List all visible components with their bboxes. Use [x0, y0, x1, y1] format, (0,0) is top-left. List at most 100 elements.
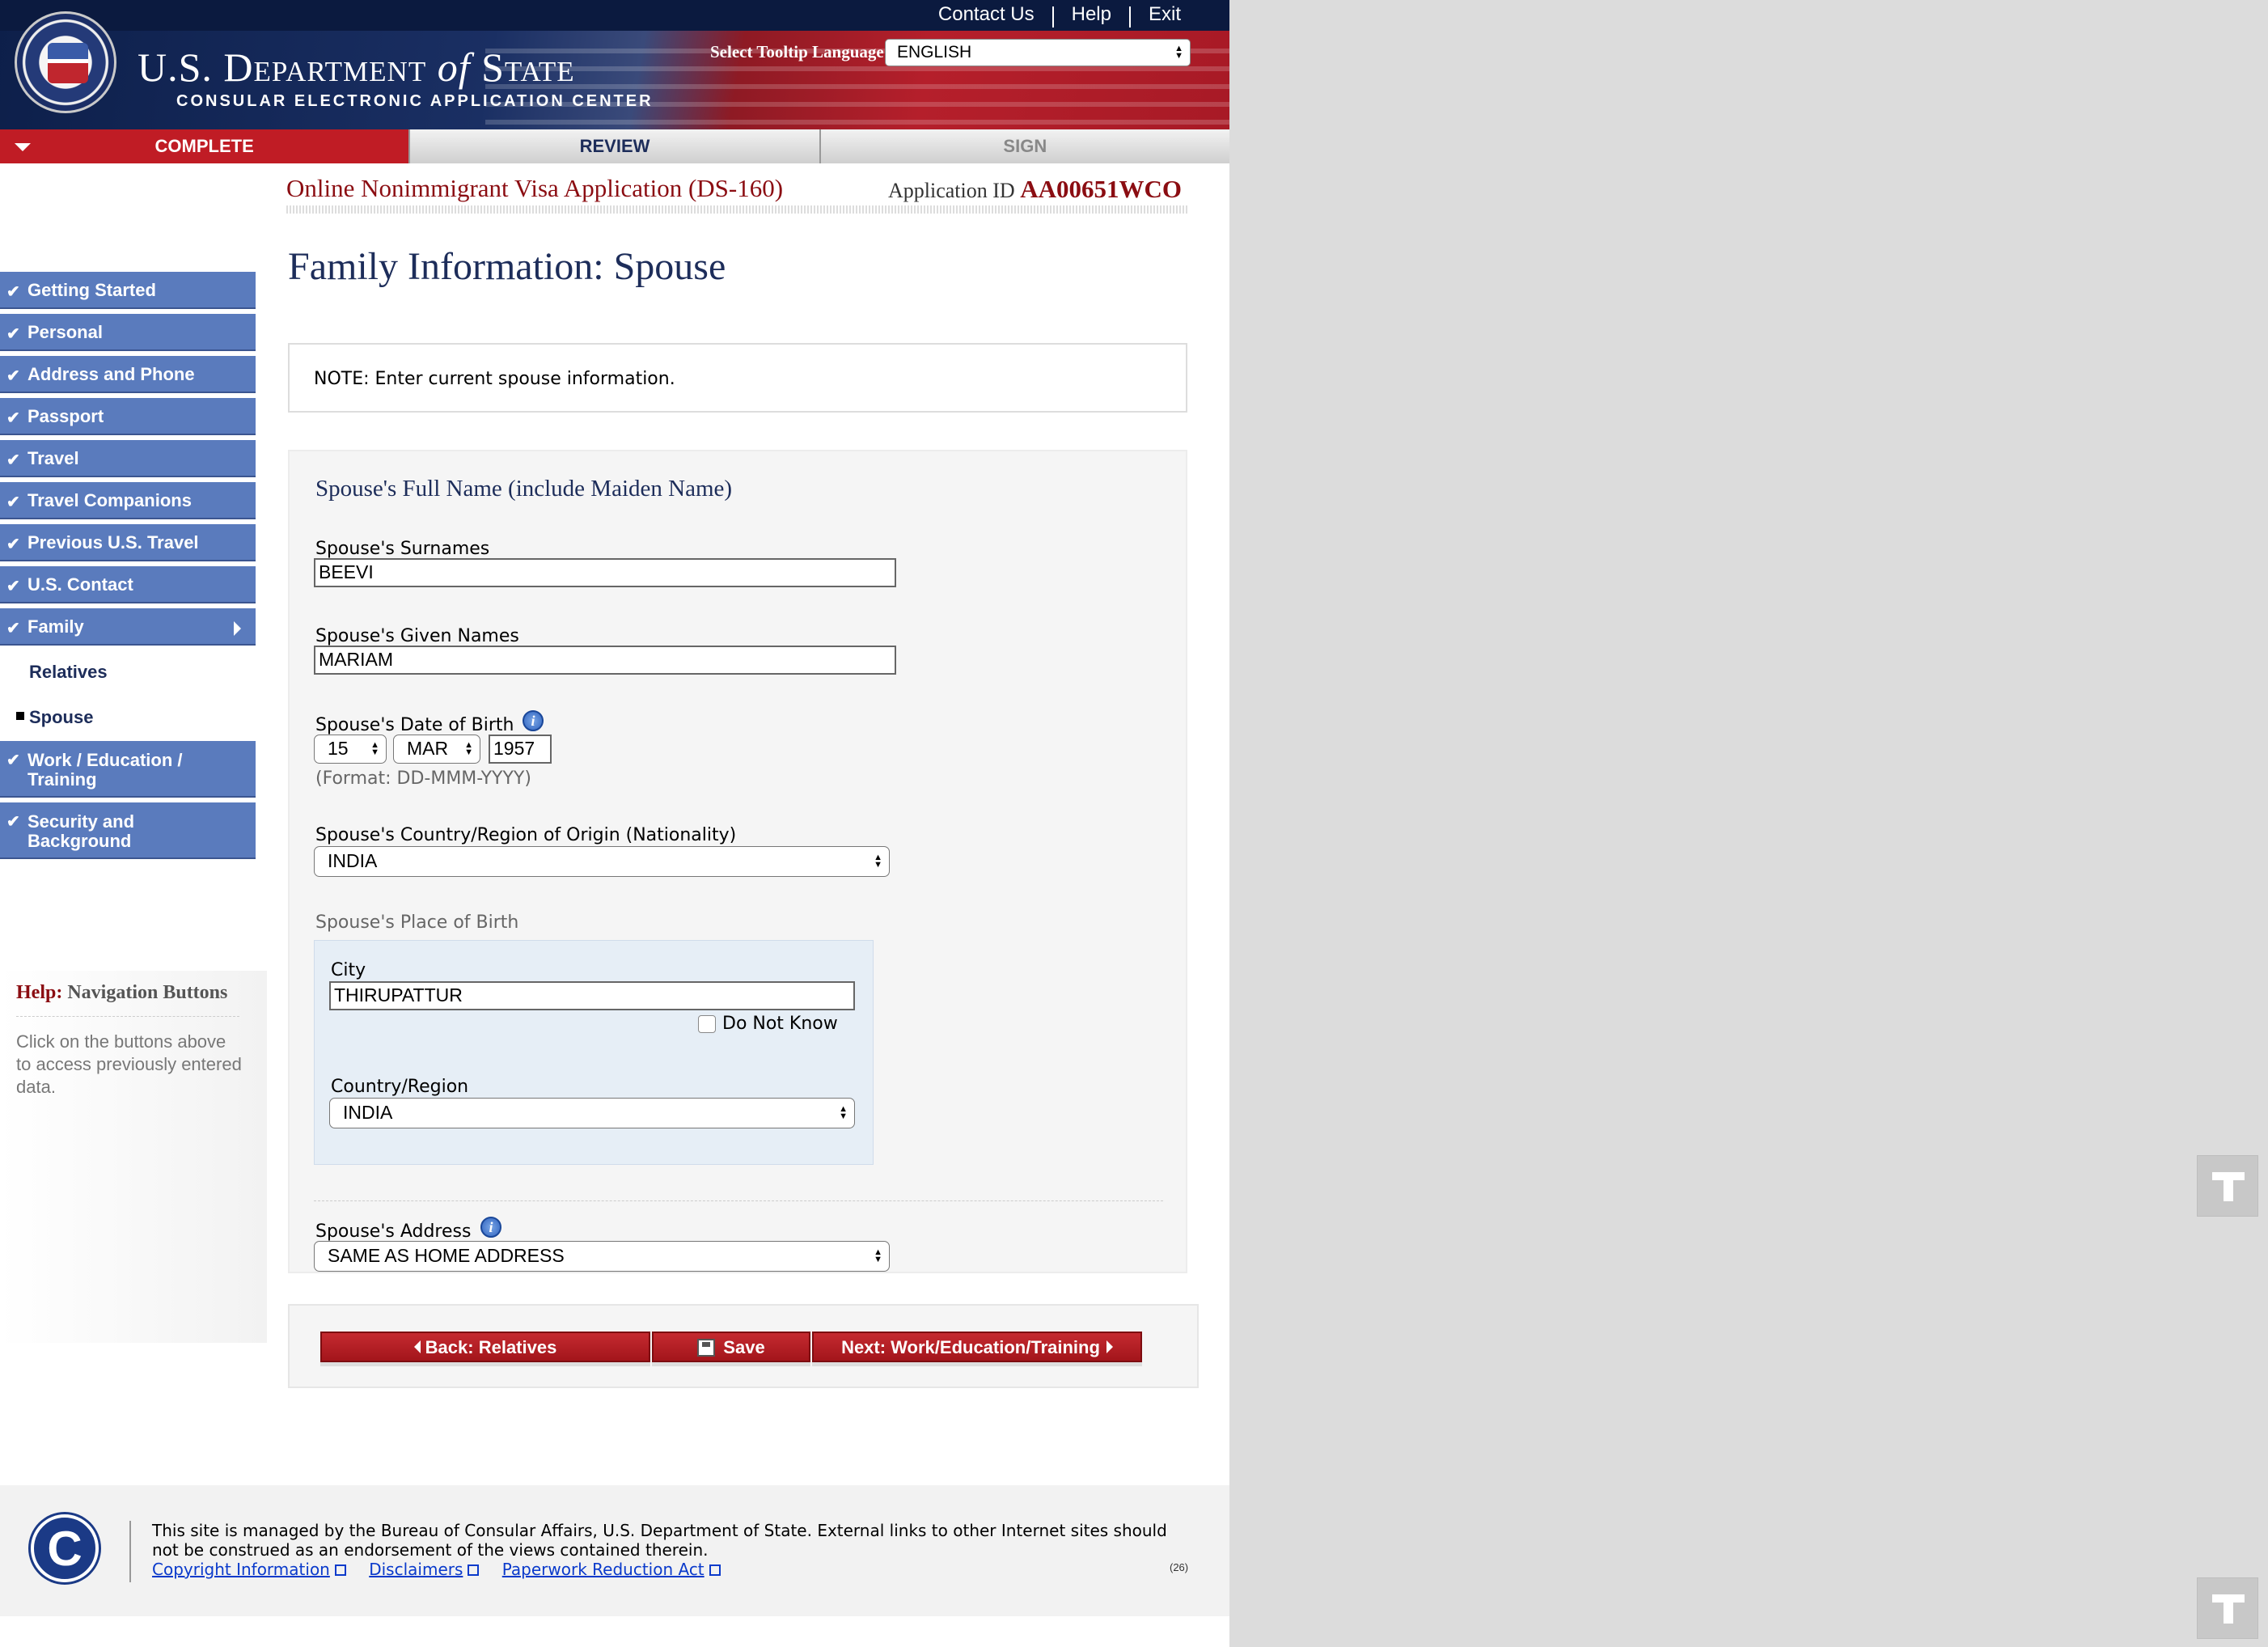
help-link[interactable]: Help — [1054, 3, 1129, 28]
address-select[interactable]: SAME AS HOME ADDRESS ▲ ▼ — [314, 1241, 890, 1272]
select-arrows-icon: ▲ ▼ — [370, 740, 379, 757]
tab-complete-label: COMPLETE — [154, 136, 254, 156]
paperwork-link-label: Paperwork Reduction Act — [501, 1560, 705, 1579]
checkmark-icon: ✔ — [6, 325, 20, 343]
do-not-know-label: Do Not Know — [722, 1014, 838, 1034]
sidebar-item-travel-companions[interactable]: ✔ Travel Companions — [0, 482, 256, 519]
country-region-label: Country/Region — [331, 1077, 469, 1097]
surnames-input[interactable]: BEEVI — [314, 558, 896, 587]
help-title: Help: Navigation Buttons — [16, 982, 227, 1004]
external-link-icon — [709, 1564, 721, 1576]
exit-link[interactable]: Exit — [1131, 3, 1199, 28]
note-text: NOTE: Enter current spouse information. — [314, 369, 675, 389]
title-divider — [286, 205, 1187, 214]
sidebar-item-label: Work / Education / Training — [28, 750, 183, 790]
sidebar-item-getting-started[interactable]: ✔ Getting Started — [0, 272, 256, 309]
dob-month-value: MAR — [407, 738, 449, 759]
progress-tabs: COMPLETE REVIEW SIGN — [0, 129, 1229, 163]
top-links: Contact Us Help Exit — [920, 3, 1199, 28]
dob-format-hint: (Format: DD-MMM-YYYY) — [315, 768, 531, 789]
select-arrows-icon: ▲ ▼ — [874, 853, 882, 870]
chevron-down-icon — [15, 143, 31, 151]
tab-review[interactable]: REVIEW — [408, 129, 819, 163]
checkmark-icon: ✔ — [6, 493, 20, 511]
city-input[interactable]: THIRUPATTUR — [329, 981, 855, 1010]
sidebar-item-previous-us-travel[interactable]: ✔ Previous U.S. Travel — [0, 524, 256, 561]
footer-links: Copyright Information Disclaimers Paperw… — [152, 1560, 738, 1579]
dob-year-value: 1957 — [493, 738, 535, 759]
save-button[interactable]: Save — [652, 1332, 810, 1362]
application-id-label: Application ID — [888, 179, 1015, 202]
given-names-input[interactable]: MARIAM — [314, 646, 896, 675]
do-not-know-checkbox[interactable] — [698, 1015, 716, 1033]
sidebar-item-family[interactable]: ✔ Family — [0, 608, 256, 646]
info-icon[interactable]: i — [523, 710, 544, 731]
select-arrows-icon: ▲ ▼ — [874, 1247, 882, 1264]
external-link-icon — [334, 1564, 346, 1576]
help-topic: Navigation Buttons — [67, 982, 228, 1003]
dob-month-select[interactable]: MAR ▲ ▼ — [393, 735, 480, 764]
application-id-value: AA00651WCO — [1020, 175, 1182, 203]
text-tool-icon[interactable] — [2197, 1577, 2258, 1639]
dob-day-select[interactable]: 15 ▲ ▼ — [314, 735, 387, 764]
checkmark-icon: ✔ — [6, 367, 20, 385]
sidebar-item-us-contact[interactable]: ✔ U.S. Contact — [0, 566, 256, 603]
contact-us-link[interactable]: Contact Us — [920, 3, 1052, 28]
sidebar-item-personal[interactable]: ✔ Personal — [0, 314, 256, 351]
footer-divider — [129, 1521, 131, 1582]
sidebar-subitem-relatives[interactable]: Relatives — [0, 650, 256, 696]
sidebar-item-work-education[interactable]: ✔ Work / Education / Training — [0, 741, 256, 798]
help-divider — [16, 1016, 239, 1017]
tab-sign: SIGN — [819, 129, 1229, 163]
info-icon[interactable]: i — [480, 1217, 501, 1238]
sidebar-subitem-spouse[interactable]: Spouse — [0, 696, 256, 741]
sidebar-item-label: Previous U.S. Travel — [28, 532, 199, 553]
tab-complete[interactable]: COMPLETE — [0, 129, 409, 163]
select-arrows-icon: ▲ ▼ — [1174, 44, 1183, 61]
ceac-logo-icon: C — [31, 1514, 99, 1582]
sidebar-item-passport[interactable]: ✔ Passport — [0, 398, 256, 435]
address-label: Spouse's Address — [315, 1221, 472, 1242]
sidebar-item-security-background[interactable]: ✔ Security and Background — [0, 802, 256, 859]
nationality-select[interactable]: INDIA ▲ ▼ — [314, 846, 890, 877]
text-tool-icon[interactable] — [2197, 1155, 2258, 1217]
checkmark-icon: ✔ — [6, 813, 20, 831]
page: U.S. Department of State CONSULAR ELECTR… — [0, 0, 1229, 1647]
state-department-seal-icon — [15, 11, 116, 113]
back-button[interactable]: Back: Relatives — [320, 1332, 650, 1362]
disclaimers-link-label: Disclaimers — [369, 1560, 463, 1579]
department-subtitle: CONSULAR ELECTRONIC APPLICATION CENTER — [176, 92, 654, 110]
current-page-bullet-icon — [16, 712, 24, 720]
disclaimers-link[interactable]: Disclaimers — [369, 1560, 480, 1579]
checkmark-icon: ✔ — [6, 451, 20, 469]
surnames-label: Spouse's Surnames — [315, 539, 490, 559]
sidebar-nav: ✔ Getting Started ✔ Personal ✔ Address and … — [0, 272, 256, 864]
paperwork-link[interactable]: Paperwork Reduction Act — [502, 1560, 721, 1579]
section-divider — [314, 1200, 1163, 1201]
footer: C This site is managed by the Bureau of … — [0, 1485, 1229, 1616]
checkmark-icon: ✔ — [6, 536, 20, 553]
copyright-link[interactable]: Copyright Information — [152, 1560, 346, 1579]
sidebar-item-label: Family — [28, 616, 84, 637]
select-arrows-icon: ▲ ▼ — [464, 740, 473, 757]
checkmark-icon: ✔ — [6, 578, 20, 595]
country-region-select[interactable]: INDIA ▲ ▼ — [329, 1098, 855, 1128]
select-arrows-icon: ▲ ▼ — [839, 1104, 848, 1121]
dob-year-input[interactable]: 1957 — [489, 735, 552, 764]
application-id: Application ID AA00651WCO — [888, 175, 1182, 204]
place-of-birth-panel: City THIRUPATTUR Do Not Know Country/Reg… — [314, 940, 874, 1165]
eagle-icon — [48, 43, 88, 83]
dob-label: Spouse's Date of Birth — [315, 715, 514, 735]
sidebar-item-label: Personal — [28, 322, 103, 342]
arrow-right-icon — [1106, 1340, 1113, 1353]
next-button[interactable]: Next: Work/Education/Training — [812, 1332, 1142, 1362]
sidebar-item-label: Security and Background — [28, 811, 135, 851]
external-link-icon — [468, 1564, 480, 1576]
back-button-label: Back: Relatives — [425, 1337, 557, 1357]
sidebar-item-travel[interactable]: ✔ Travel — [0, 440, 256, 477]
sidebar-item-address-phone[interactable]: ✔ Address and Phone — [0, 356, 256, 393]
tooltip-language-select[interactable]: ENGLISH ▲ ▼ — [885, 39, 1191, 66]
tab-review-label: REVIEW — [579, 136, 650, 156]
form-title: Online Nonimmigrant Visa Application (DS… — [286, 174, 784, 202]
sidebar-subitem-label: Relatives — [29, 662, 108, 682]
